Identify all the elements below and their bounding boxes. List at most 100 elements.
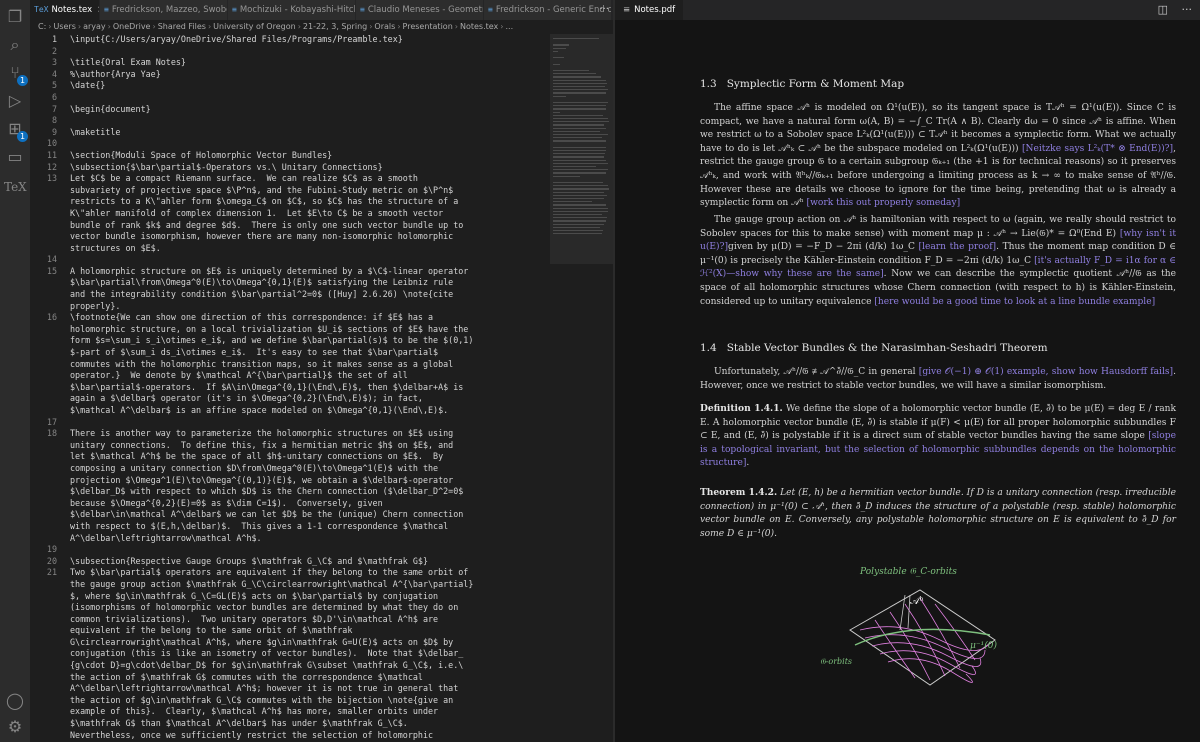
code-line[interactable]: {g\cdot D}=g\cdot\delbar_D$ for $g\in\ma…: [30, 660, 550, 672]
source-control-icon[interactable]: ⑂ 1: [4, 62, 28, 86]
code-line[interactable]: properly}.: [30, 301, 550, 313]
minimap[interactable]: [550, 34, 613, 742]
code-line[interactable]: 5 \date{}: [30, 80, 550, 92]
breadcrumb-item[interactable]: Orals: [374, 22, 395, 31]
more-actions-icon[interactable]: ···: [1182, 3, 1193, 16]
code-line[interactable]: with respect to $(E,h,\delbar)$. This gi…: [30, 521, 550, 533]
code-line[interactable]: G\circlearrowright\mathcal A^h$, where $…: [30, 637, 550, 649]
tab-2[interactable]: ≡ Mochizuki - Kobayashi-Hitchin: [228, 0, 356, 20]
code-line[interactable]: 18 There is another way to parameterize t…: [30, 428, 550, 440]
code-line[interactable]: $-part of $\sum_i ds_i\otimes e_i$. It's…: [30, 347, 550, 359]
split-editor-icon[interactable]: ◫: [1158, 3, 1168, 16]
code-line[interactable]: 13 Let $C$ be a compact Riemann surface. …: [30, 173, 550, 185]
search-icon[interactable]: ⌕: [4, 34, 26, 56]
code-line[interactable]: 9 \maketitle: [30, 127, 550, 139]
breadcrumb-item[interactable]: Users: [53, 22, 75, 31]
code-line[interactable]: and the integrability condition $\bar\pa…: [30, 289, 550, 301]
code-line[interactable]: $\mathcal A^\delbar$ is an affine space …: [30, 405, 550, 417]
code-line[interactable]: 10: [30, 138, 550, 150]
breadcrumb-item[interactable]: C:: [38, 22, 46, 31]
code-line[interactable]: 8: [30, 115, 550, 127]
code-line[interactable]: the action of $\mathfrak G$ commutes wit…: [30, 672, 550, 684]
tab-3[interactable]: ≡Claudio Meneses - Geometric M: [356, 0, 484, 20]
note: [learn the proof]: [918, 242, 997, 253]
code-line[interactable]: 2: [30, 46, 550, 58]
code-line[interactable]: 15 A holomorphic structure on $E$ is uniq…: [30, 266, 550, 278]
tab-0[interactable]: TeXNotes.tex×: [30, 0, 100, 20]
code-line[interactable]: 19: [30, 544, 550, 556]
code-line[interactable]: 16 \footnote{We can show one direction of…: [30, 312, 550, 324]
code-line[interactable]: commutes with the holomorphic transition…: [30, 359, 550, 371]
code-line[interactable]: structures on $E$.: [30, 243, 550, 255]
tex-icon[interactable]: TeX: [4, 176, 27, 198]
code-line[interactable]: 11 \section{Moduli Space of Holomorphic V…: [30, 150, 550, 162]
breadcrumb-item[interactable]: University of Oregon: [213, 22, 296, 31]
code-line[interactable]: again a $\delbar$ operator (it's in $\Om…: [30, 393, 550, 405]
code-line[interactable]: A^\delbar\leftrightarrow\mathcal A^h$; h…: [30, 683, 550, 695]
account-icon[interactable]: ◯: [4, 690, 26, 712]
code-line[interactable]: let $\mathcal A^h$ be the space of all $…: [30, 451, 550, 463]
section-number: 1.4: [700, 342, 717, 354]
code-line[interactable]: 1 \input{C:/Users/aryay/OneDrive/Shared F…: [30, 34, 550, 46]
code-line[interactable]: $\delbar_D$ with respect to which $D$ is…: [30, 486, 550, 498]
code-line[interactable]: 12 \subsection{$\bar\partial$-Operators v…: [30, 162, 550, 174]
more-actions-icon[interactable]: ···: [599, 0, 609, 20]
line-number: [30, 185, 57, 197]
code-line[interactable]: the gauge group action $\mathfrak G_\C\c…: [30, 579, 550, 591]
breadcrumb-item[interactable]: Notes.tex: [460, 22, 498, 31]
remote-explorer-icon[interactable]: ▭: [4, 146, 26, 168]
code-line[interactable]: 7 \begin{document}: [30, 104, 550, 116]
code-line[interactable]: unitary connections. To define this, fix…: [30, 440, 550, 452]
paragraph-symplectic: The affine space 𝒜ʰ is modeled on Ω¹(u(E…: [700, 102, 1176, 211]
tab-1[interactable]: ≡Fredrickson, Mazzeo, Swoboda,: [100, 0, 228, 20]
code-line[interactable]: form $s=\sum_i s_i\otimes e_i$, and we d…: [30, 335, 550, 347]
code-line[interactable]: bundle of rank $k$ and degree $d$. There…: [30, 220, 550, 232]
breadcrumb-item[interactable]: Shared Files: [158, 22, 206, 31]
code-line[interactable]: Nevertheless, once we sufficiently restr…: [30, 730, 550, 742]
code-line[interactable]: (isomorphisms of holomorphic vector bund…: [30, 602, 550, 614]
tab-notes-pdf[interactable]: ≡ Notes.pdf: [615, 0, 684, 20]
code-line[interactable]: A^\delbar\leftrightarrow\mathcal A^h$.: [30, 533, 550, 545]
code-line[interactable]: 6: [30, 92, 550, 104]
breadcrumb-item[interactable]: Presentation: [403, 22, 453, 31]
code-line[interactable]: $, where $g\in\mathfrak G_\C=GL(E)$ acts…: [30, 591, 550, 603]
tab-4[interactable]: ≡Fredrickson - Generic End of th: [484, 0, 612, 20]
code-line[interactable]: 21 Two $\bar\partial$ operators are equiv…: [30, 567, 550, 579]
code-line[interactable]: $\bar\partial$-operators. If $A\in\Omega…: [30, 382, 550, 394]
code-line[interactable]: $\mathfrak G$ than $\mathcal A^\delbar$ …: [30, 718, 550, 730]
code-line[interactable]: 3 \title{Oral Exam Notes}: [30, 57, 550, 69]
line-text: [57, 92, 70, 104]
code-line[interactable]: vector bundle isomorphism, however there…: [30, 231, 550, 243]
code-line[interactable]: the action of $g\in\mathfrak G_\C$ commu…: [30, 695, 550, 707]
code-line[interactable]: $\bar\partial\from\Omega^0(E)\to\Omega^{…: [30, 277, 550, 289]
pdf-viewer[interactable]: 1.3 Symplectic Form & Moment Map The affi…: [615, 20, 1200, 742]
code-line[interactable]: composing a unitary connection $D\from\O…: [30, 463, 550, 475]
minimap-line: [553, 207, 608, 209]
extensions-icon[interactable]: ⊞ 1: [4, 118, 28, 142]
code-line[interactable]: because $\Omega^{0,2}(E)=0$ as $\dim C=1…: [30, 498, 550, 510]
code-line[interactable]: 4 %\author{Arya Yae}: [30, 69, 550, 81]
code-line[interactable]: conjugation (this is like an isometry of…: [30, 648, 550, 660]
breadcrumb-item[interactable]: aryay: [83, 22, 106, 31]
code-line[interactable]: holomorphic structure, on a local trivia…: [30, 324, 550, 336]
code-line[interactable]: 20 \subsection{Respective Gauge Groups $\…: [30, 556, 550, 568]
code-line[interactable]: K\"ahler manifold of complex dimension 1…: [30, 208, 550, 220]
code-line[interactable]: restricts to a K\"ahler form $\omega_C$ …: [30, 196, 550, 208]
code-line[interactable]: subvariety of projective space $\P^n$, a…: [30, 185, 550, 197]
code-line[interactable]: common trivializations). Two unitary ope…: [30, 614, 550, 626]
code-line[interactable]: 17: [30, 417, 550, 429]
settings-gear-icon[interactable]: ⚙: [4, 716, 26, 738]
explorer-icon[interactable]: ❐: [4, 6, 26, 28]
code-editor[interactable]: 1 \input{C:/Users/aryay/OneDrive/Shared F…: [30, 34, 550, 742]
breadcrumb-item[interactable]: ...: [505, 22, 513, 31]
code-line[interactable]: 14: [30, 254, 550, 266]
code-line[interactable]: projection $\Omega^1(E)\to\Omega^{(0,1)}…: [30, 475, 550, 487]
run-debug-icon[interactable]: ▷: [4, 90, 26, 112]
code-line[interactable]: example of this}. Clearly, $\mathcal A^h…: [30, 706, 550, 718]
code-line[interactable]: $\delbar\in\mathcal A^\delbar$ we can le…: [30, 509, 550, 521]
code-line[interactable]: equivalent if the belong to the same orb…: [30, 625, 550, 637]
minimap-line: [553, 185, 609, 187]
breadcrumb-item[interactable]: OneDrive: [113, 22, 151, 31]
breadcrumb-item[interactable]: 21-22, 3, Spring: [303, 22, 367, 31]
code-line[interactable]: operator.} We denote by $\mathcal A^{\ba…: [30, 370, 550, 382]
